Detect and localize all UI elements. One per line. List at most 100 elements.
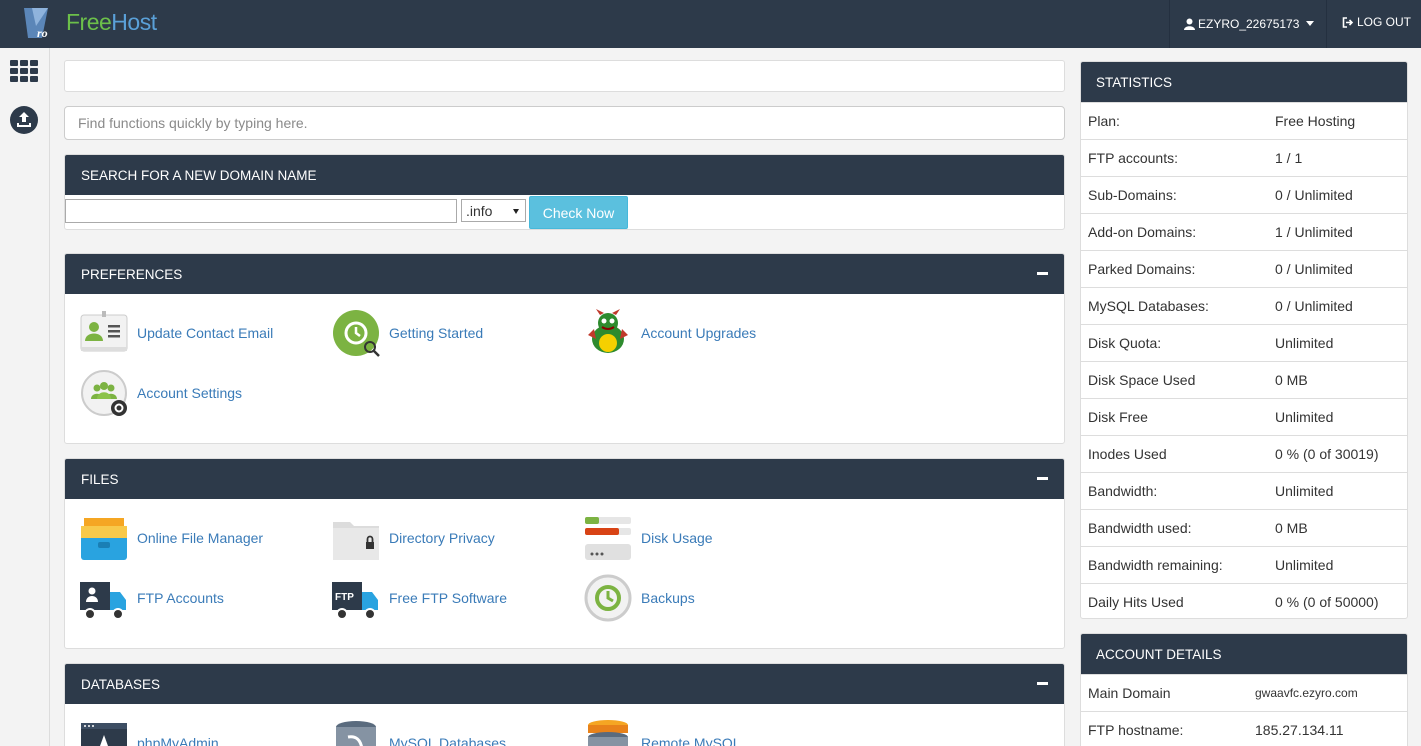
backup-icon [584,574,632,622]
stat-key: Disk Free [1088,409,1148,425]
collapse-icon[interactable] [1037,477,1048,480]
stat-value: Unlimited [1275,335,1334,351]
remote-mysql-label: Remote MySQL [641,735,741,746]
chevron-down-icon [1306,21,1314,26]
tld-select[interactable]: .info [461,199,526,222]
online-file-manager-link[interactable]: Online File Manager [80,514,263,562]
detail-key: Main Domain [1088,685,1171,701]
domain-search-header: SEARCH FOR A NEW DOMAIN NAME [65,155,1064,195]
detail-value: 185.27.134.11 [1255,722,1344,738]
stat-row: Disk Free Unlimited [1081,398,1407,435]
detail-value: gwaavfc.ezyro.com [1255,686,1358,700]
logout-button[interactable]: LOG OUT [1342,15,1411,29]
collapse-icon[interactable] [1037,682,1048,685]
stat-row: Daily Hits Used 0 % (0 of 50000) [1081,583,1407,618]
phpmyadmin-label: phpMyAdmin [137,735,219,746]
stat-row: Disk Quota: Unlimited [1081,324,1407,361]
check-now-button[interactable]: Check Now [529,196,628,229]
stat-key: Bandwidth used: [1088,520,1192,536]
account-settings-link[interactable]: Account Settings [80,369,242,417]
domain-search-panel: SEARCH FOR A NEW DOMAIN NAME .info Check… [64,154,1065,230]
stat-key: Disk Quota: [1088,335,1162,351]
files-header: FILES [65,459,1064,499]
statistics-panel: STATISTICS Plan: Free Hosting FTP account… [1080,61,1408,619]
detail-row: FTP hostname: 185.27.134.11 [1081,711,1407,746]
domain-search-row: .info Check Now [65,195,1064,229]
mysql-databases-label: MySQL Databases [389,735,506,746]
upload-icon[interactable] [10,106,38,134]
stat-row: Parked Domains: 0 / Unlimited [1081,250,1407,287]
brand-logo-icon[interactable]: ro [18,4,56,42]
files-title: FILES [81,471,119,487]
stat-value: Unlimited [1275,483,1334,499]
phpmyadmin-link[interactable]: phpMyAdmin [80,719,219,746]
brand-name[interactable]: FreeHost [66,9,157,36]
ftp-software-icon: FTP [332,582,378,620]
stat-key: MySQL Databases: [1088,298,1209,314]
users-gear-icon [81,370,127,416]
remote-mysql-link[interactable]: Remote MySQL [584,719,741,746]
databases-panel: DATABASES phpMyAdmin MySQL Databases Rem… [64,663,1065,746]
contact-card-icon [80,311,128,352]
ftp-accounts-label: FTP Accounts [137,590,224,606]
file-manager-icon [81,518,127,560]
update-contact-email-link[interactable]: Update Contact Email [80,309,273,357]
grid-icon[interactable] [10,60,38,82]
databases-title: DATABASES [81,676,161,692]
disk-usage-icon [585,517,631,560]
stat-key: Plan: [1088,113,1120,129]
brand-host: Host [111,9,157,35]
logout-label: LOG OUT [1357,15,1412,29]
free-ftp-software-link[interactable]: FTP Free FTP Software [332,574,507,622]
stat-row: Bandwidth used: 0 MB [1081,509,1407,546]
quick-search-input[interactable] [64,106,1065,140]
locked-folder-icon [333,522,379,560]
svg-text:ro: ro [37,26,48,40]
update-contact-email-label: Update Contact Email [137,325,274,341]
stat-value: 0 % (0 of 50000) [1275,594,1379,610]
stat-key: Add-on Domains: [1088,224,1197,240]
stat-key: Daily Hits Used [1088,594,1184,610]
stat-row: Sub-Domains: 0 / Unlimited [1081,176,1407,213]
stat-value: 1 / 1 [1275,150,1303,166]
stat-key: Bandwidth: [1088,483,1158,499]
notice-panel [64,60,1065,92]
account-details-header: ACCOUNT DETAILS [1081,634,1407,674]
account-upgrades-link[interactable]: Account Upgrades [584,309,756,357]
domain-search-title: SEARCH FOR A NEW DOMAIN NAME [81,167,317,183]
user-icon [1184,18,1195,30]
mysql-databases-link[interactable]: MySQL Databases [332,719,506,746]
account-settings-label: Account Settings [137,385,243,401]
databases-header: DATABASES [65,664,1064,704]
stat-value: 0 MB [1275,520,1308,536]
statistics-header: STATISTICS [1081,62,1407,102]
stat-value: 0 MB [1275,372,1308,388]
disk-usage-label: Disk Usage [641,530,713,546]
getting-started-link[interactable]: Getting Started [332,309,483,357]
stat-value: 0 / Unlimited [1275,187,1353,203]
user-menu-button[interactable]: EZYRO_22675173 [1169,0,1327,48]
stat-row: MySQL Databases: 0 / Unlimited [1081,287,1407,324]
collapse-icon[interactable] [1037,272,1048,275]
stat-value: 1 / Unlimited [1275,224,1353,240]
directory-privacy-link[interactable]: Directory Privacy [332,514,495,562]
stat-value: 0 / Unlimited [1275,261,1353,277]
directory-privacy-label: Directory Privacy [389,530,495,546]
domain-name-input[interactable] [65,199,457,223]
getting-started-label: Getting Started [389,325,484,341]
backups-link[interactable]: Backups [584,574,695,622]
stat-key: Parked Domains: [1088,261,1196,277]
stat-key: Disk Space Used [1088,372,1196,388]
ftp-accounts-link[interactable]: FTP Accounts [80,574,224,622]
stat-key: Sub-Domains: [1088,187,1177,203]
stat-value: Unlimited [1275,557,1334,573]
backups-label: Backups [641,590,695,606]
stat-key: FTP accounts: [1088,150,1179,166]
stat-row: FTP accounts: 1 / 1 [1081,139,1407,176]
disk-usage-link[interactable]: Disk Usage [584,514,713,562]
stat-value: Unlimited [1275,409,1334,425]
stat-row: Add-on Domains: 1 / Unlimited [1081,213,1407,250]
stat-row: Disk Space Used 0 MB [1081,361,1407,398]
preferences-title: PREFERENCES [81,266,183,282]
account-upgrades-label: Account Upgrades [641,325,757,341]
